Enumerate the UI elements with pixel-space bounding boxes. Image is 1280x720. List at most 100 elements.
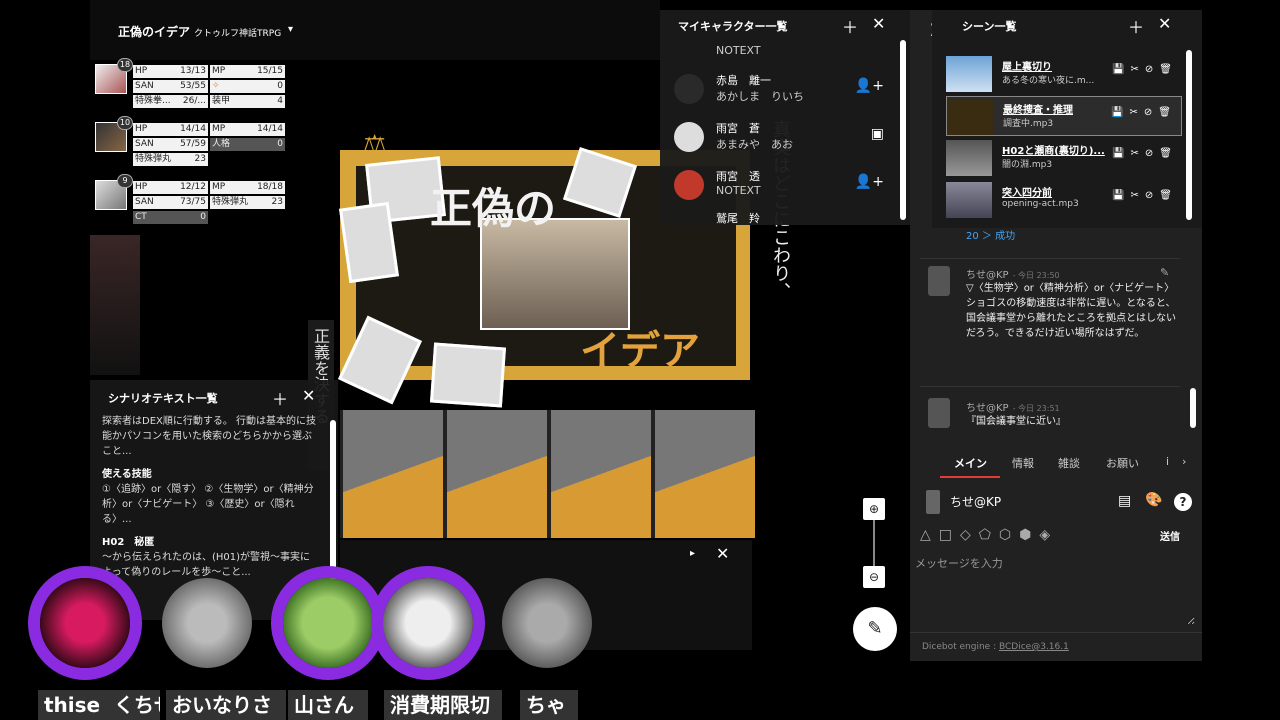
zoom-out-icon[interactable]: ⊖	[863, 566, 885, 588]
stat-armor[interactable]: 装甲 4	[210, 95, 285, 108]
play-icon[interactable]: ▸	[690, 548, 695, 559]
palette-icon[interactable]: 🎨	[1145, 492, 1162, 508]
scene-item[interactable]: 突入四分前 opening-act.mp3 💾✂⊘🗑	[946, 180, 1182, 220]
stat-hp[interactable]: HP 12/12	[133, 181, 208, 194]
message-sender: ちせ@KP - 今日 23:51	[966, 403, 1060, 414]
avatar	[928, 266, 950, 296]
add-person-icon[interactable]: 👤+	[855, 78, 884, 94]
voice-name: おいなりさ	[166, 690, 286, 720]
character-name: 赤島 離一	[716, 74, 771, 87]
close-icon[interactable]: ✕	[302, 386, 315, 405]
stat-extra[interactable]: ✧ 0	[210, 80, 285, 93]
chevron-down-icon[interactable]: ▾	[288, 24, 293, 35]
voice-avatar[interactable]	[40, 578, 130, 668]
avatar	[674, 170, 704, 200]
message-time: - 今日 23:51	[1012, 404, 1060, 413]
scene-actions[interactable]: 💾✂⊘🗑	[1112, 148, 1178, 159]
tab-request[interactable]: お願い	[1106, 455, 1139, 471]
list-item[interactable]: 赤島 離一 あかしま りいち 👤+	[674, 66, 904, 114]
help-icon[interactable]: ?	[1174, 493, 1192, 511]
list-item[interactable]: 鷲尾 羚	[674, 208, 904, 225]
scene-item[interactable]: H02と瀬商(裏切り)... 闇の淵.mp3 💾✂⊘🗑	[946, 138, 1182, 178]
scene-thumbnail	[946, 140, 992, 176]
voice-name: くちせ	[108, 690, 160, 720]
my-character-panel: マイキャラクター一覧 ＋ ✕ NOTEXT 赤島 離一 あかしま りいち 👤+ …	[660, 10, 910, 225]
scene-name: 最終捜査・推理	[1003, 105, 1073, 116]
add-icon[interactable]: ＋	[1128, 14, 1144, 38]
voice-avatar[interactable]	[283, 578, 373, 668]
scenario-paragraph: 〜から伝えられたのは、(H01)が警視〜事実によって偽りのレールを歩〜こと...	[102, 552, 311, 578]
tab-indicator	[940, 476, 1000, 478]
speaker-avatar[interactable]	[926, 490, 940, 514]
avatar	[674, 74, 704, 104]
character-portrait[interactable]	[90, 235, 140, 375]
stat-hp[interactable]: HP 13/13	[133, 65, 208, 78]
scene-actions[interactable]: 💾✂⊘🗑	[1112, 190, 1178, 201]
right-rail	[1202, 0, 1280, 720]
stat-skill[interactable]: 特殊弾丸 23	[210, 196, 285, 209]
message-time: - 今日 23:50	[1012, 271, 1060, 280]
voice-name: ちゃ	[520, 690, 578, 720]
scene-item[interactable]: 屋上裏切り ある冬の寒い夜に.m... 💾✂⊘🗑	[946, 54, 1182, 94]
stat-san[interactable]: SAN 53/55	[133, 80, 208, 93]
room-title[interactable]: 正偽のイデア クトゥルフ神話TRPG	[118, 23, 281, 40]
stat-san[interactable]: SAN 73/75	[133, 196, 208, 209]
character-card[interactable]	[343, 410, 443, 538]
scene-name: 屋上裏切り	[1002, 62, 1052, 73]
list-item[interactable]: 雨宮 蒼 あまみや あお ▣	[674, 114, 904, 162]
scenario-body[interactable]: 探索者はDEX順に行動する。 行動は基本的に技能かパソコンを用いた検索のどちらか…	[102, 414, 320, 580]
add-icon[interactable]: ＋	[272, 386, 288, 410]
stat-extra[interactable]: 人格 0	[210, 138, 285, 151]
add-icon[interactable]: ＋	[842, 14, 858, 38]
close-icon[interactable]: ✕	[1158, 14, 1171, 33]
speaker-name[interactable]: ちせ@KP	[950, 493, 1001, 510]
voice-avatar[interactable]	[383, 578, 473, 668]
tab-more[interactable]: i	[1166, 455, 1169, 468]
message-body: 『国会議事堂に近い』	[966, 416, 1066, 427]
add-person-icon[interactable]: 👤+	[855, 174, 884, 190]
scene-item[interactable]: 最終捜査・推理 調査中.mp3 💾✂⊘🗑	[946, 96, 1182, 136]
tab-main[interactable]: メイン	[954, 455, 987, 471]
close-icon[interactable]: ✕	[872, 14, 885, 33]
stat-skill[interactable]: 特殊拳... 26/...	[133, 95, 208, 108]
edit-icon[interactable]: ✎	[1160, 266, 1169, 279]
tab-info[interactable]: 情報	[1012, 455, 1034, 471]
list-icon[interactable]: ▤	[1118, 493, 1131, 509]
stat-mp[interactable]: MP 18/18	[210, 181, 285, 194]
voice-avatar[interactable]	[502, 578, 592, 668]
character-name: 雨宮 蒼	[716, 122, 760, 135]
scrollbar[interactable]	[1190, 388, 1196, 428]
polaroid-photo	[429, 342, 507, 408]
character-card[interactable]	[655, 410, 755, 538]
character-subtitle: NOTEXT	[716, 44, 761, 57]
zoom-track[interactable]	[873, 520, 875, 566]
dicebot-label[interactable]: Dicebot engine : BCDice@3.16.1	[922, 642, 1069, 652]
chevron-right-icon[interactable]: ›	[1182, 455, 1186, 468]
scrollbar[interactable]	[1186, 50, 1192, 220]
archive-icon[interactable]: ▣	[871, 126, 884, 142]
character-card[interactable]	[551, 410, 651, 538]
close-icon[interactable]: ✕	[716, 544, 729, 563]
character-cutin-strip[interactable]	[340, 410, 755, 538]
divider	[910, 632, 1202, 633]
voice-avatar[interactable]	[162, 578, 252, 668]
scene-actions[interactable]: 💾✂⊘🗑	[1112, 64, 1178, 75]
dice-shortcuts[interactable]: △□◇⬠⬡⬢◈	[920, 527, 1058, 543]
stat-hp[interactable]: HP 14/14	[133, 123, 208, 136]
send-button[interactable]: 送信	[1160, 528, 1180, 543]
character-card[interactable]	[447, 410, 547, 538]
scrollbar[interactable]	[900, 40, 906, 220]
chat-log[interactable]: 20 ＞ 成功 ちせ@KP - 今日 23:50 ✎ ▽〈生物学〉or〈精神分析〉…	[910, 228, 1196, 443]
scenario-paragraph: 探索者はDEX順に行動する。 行動は基本的に技能かパソコンを用いた検索のどちらか…	[102, 416, 317, 457]
tab-chat[interactable]: 雑談	[1058, 455, 1080, 471]
list-item[interactable]: 雨宮 透 NOTEXT 👤+	[674, 162, 904, 210]
stat-mp[interactable]: MP 15/15	[210, 65, 285, 78]
pencil-icon[interactable]: ✎	[853, 607, 897, 651]
stat-san[interactable]: SAN 57/59	[133, 138, 208, 151]
message-input[interactable]	[915, 555, 1195, 625]
zoom-in-icon[interactable]: ⊕	[863, 498, 885, 520]
stat-ct[interactable]: CT 0	[133, 211, 208, 224]
stat-mp[interactable]: MP 14/14	[210, 123, 285, 136]
scene-actions[interactable]: 💾✂⊘🗑	[1111, 107, 1177, 118]
stat-skill[interactable]: 特殊弾丸 23	[133, 153, 208, 166]
